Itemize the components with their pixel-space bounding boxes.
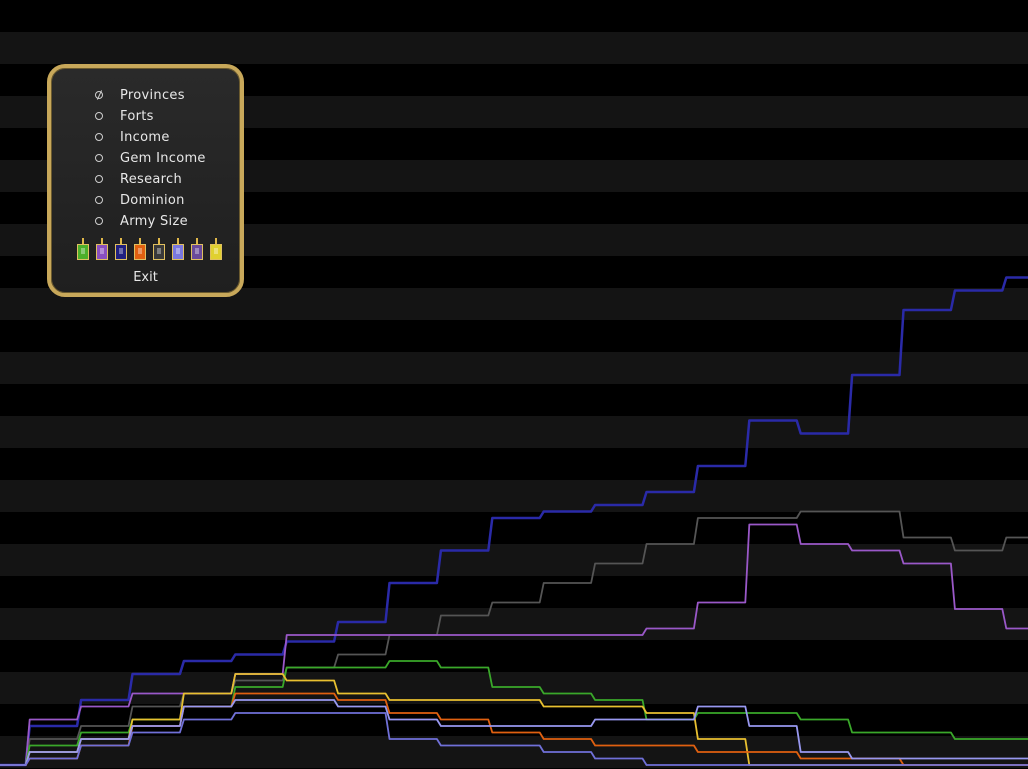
option-army-size[interactable]: Army Size xyxy=(95,212,188,230)
banner-flag-icon xyxy=(191,244,203,260)
banner-flag-icon xyxy=(172,244,184,260)
option-label: Forts xyxy=(120,108,154,124)
option-forts[interactable]: Forts xyxy=(95,107,154,125)
radio-icon xyxy=(95,217,103,225)
option-label: Gem Income xyxy=(120,150,206,166)
nation-banner-8[interactable] xyxy=(208,238,224,262)
background-band xyxy=(0,0,1028,32)
nation-banner-row xyxy=(75,238,224,262)
radio-icon xyxy=(95,112,103,120)
stats-screen: Provinces Forts Income Gem Income Resear… xyxy=(0,0,1028,769)
background-band xyxy=(0,640,1028,672)
option-dominion[interactable]: Dominion xyxy=(95,191,185,209)
option-label: Income xyxy=(120,129,170,145)
option-label: Dominion xyxy=(120,192,185,208)
banner-flag-icon xyxy=(134,244,146,260)
background-band xyxy=(0,448,1028,480)
radio-icon xyxy=(95,133,103,141)
background-band xyxy=(0,32,1028,64)
banner-flag-icon xyxy=(77,244,89,260)
background-band xyxy=(0,736,1028,768)
radio-icon xyxy=(95,154,103,162)
option-research[interactable]: Research xyxy=(95,170,182,188)
background-band xyxy=(0,320,1028,352)
background-band xyxy=(0,480,1028,512)
background-band xyxy=(0,416,1028,448)
option-gem-income[interactable]: Gem Income xyxy=(95,149,206,167)
exit-button[interactable]: Exit xyxy=(51,270,240,285)
banner-flag-icon xyxy=(153,244,165,260)
background-band xyxy=(0,352,1028,384)
option-provinces[interactable]: Provinces xyxy=(95,86,185,104)
nation-banner-6[interactable] xyxy=(170,238,186,262)
option-label: Army Size xyxy=(120,213,188,229)
banner-flag-icon xyxy=(115,244,127,260)
nation-banner-5[interactable] xyxy=(151,238,167,262)
nation-banner-7[interactable] xyxy=(189,238,205,262)
option-label: Provinces xyxy=(120,87,185,103)
nation-banner-3[interactable] xyxy=(113,238,129,262)
option-label: Research xyxy=(120,171,183,187)
nation-banner-2[interactable] xyxy=(94,238,110,262)
background-band xyxy=(0,384,1028,416)
nation-banner-4[interactable] xyxy=(132,238,148,262)
option-income[interactable]: Income xyxy=(95,128,170,146)
radio-icon xyxy=(95,175,103,183)
stats-menu-panel: Provinces Forts Income Gem Income Resear… xyxy=(47,64,244,297)
banner-flag-icon xyxy=(96,244,108,260)
background-band xyxy=(0,544,1028,576)
radio-icon xyxy=(95,91,103,99)
radio-icon xyxy=(95,196,103,204)
nation-banner-1[interactable] xyxy=(75,238,91,262)
banner-flag-icon xyxy=(210,244,222,260)
